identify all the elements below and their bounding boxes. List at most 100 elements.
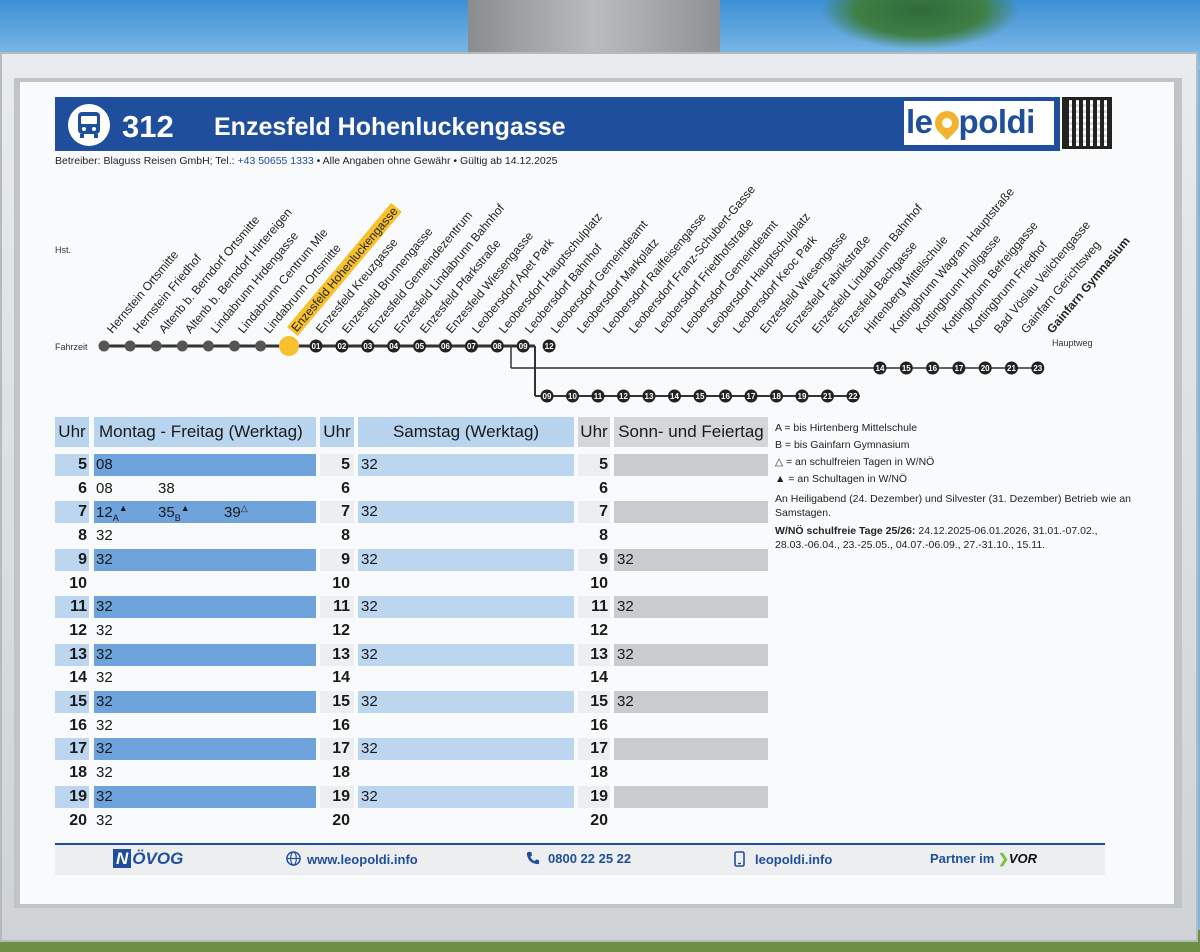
hour-cell-sunday: 18: [590, 764, 608, 782]
stop-dot-offset-end-label: 15: [902, 364, 911, 373]
stop-dot-offset-label: 07: [467, 342, 476, 351]
hour-cell-saturday: 12: [332, 621, 350, 639]
row-band: [358, 738, 574, 761]
minute-weekday: 32: [96, 621, 113, 639]
minute-saturday: 32: [361, 693, 378, 710]
stop-dot-offset-branch-label: 14: [670, 392, 679, 401]
hour-cell-weekday: 12: [69, 621, 87, 639]
operator-text: Betreiber: Blaguss Reisen GmbH; Tel.:: [55, 155, 238, 167]
phone-link[interactable]: 0800 22 25 22: [526, 851, 631, 866]
hour-header-sunday: Uhr: [578, 417, 610, 447]
hour-header-saturday: Uhr: [320, 417, 354, 447]
hour-cell-sunday: 20: [590, 811, 608, 829]
minute-saturday: 32: [361, 550, 378, 568]
hour-cell-sunday: 14: [590, 669, 608, 687]
hour-cell-sunday: 12: [590, 621, 608, 639]
hour-cell-weekday: 8: [78, 527, 87, 545]
minute-weekday: 32: [96, 764, 113, 782]
row-band: [94, 548, 316, 571]
minute-saturday: 32: [361, 740, 378, 758]
sunday-header: Sonn- und Feiertag: [614, 417, 768, 447]
stop-dot-current: [279, 336, 299, 356]
hour-cell-saturday: 13: [332, 645, 350, 663]
stop-dot-offset-branch-label: 15: [696, 392, 705, 401]
note-filled-triangle: ▲ = an Schultagen in W/NÖ: [775, 473, 908, 485]
minute-weekday: 32: [96, 527, 113, 545]
stop-dot-offset-end-label: 14: [876, 364, 885, 373]
minute-weekday: 39△: [224, 503, 248, 522]
smartphone-icon: [734, 851, 745, 867]
stop-dot-offset-branch-label: 10: [568, 392, 577, 401]
hour-cell-sunday: 13: [590, 645, 608, 663]
stop-dot-offset-end-label: 20: [981, 364, 990, 373]
brand-logo-text: le poldi: [906, 103, 1035, 140]
row-band: [614, 548, 768, 571]
hour-cell-sunday: 17: [590, 740, 608, 758]
stop-dot-offset-branch-label: 16: [721, 392, 730, 401]
operator-phone[interactable]: +43 50655 1333: [237, 155, 313, 167]
stop-dot-offset-label: 06: [441, 342, 450, 351]
row-band: [358, 785, 574, 808]
row-band: [614, 691, 768, 713]
row-band: [358, 643, 574, 666]
hour-cell-saturday: 8: [341, 527, 350, 545]
hour-cell-saturday: 20: [332, 811, 350, 829]
partner-vor: Partner im ❯VOR: [930, 851, 1037, 867]
app-link[interactable]: leopoldi.info: [734, 851, 832, 867]
row-band: [358, 691, 574, 713]
bus-icon: [68, 104, 110, 146]
row-band: [358, 596, 574, 619]
hour-cell-weekday: 7: [78, 503, 87, 521]
notes-panel: A = bis Hirtenberg Mittelschule B = bis …: [775, 420, 1135, 552]
hour-cell-weekday: 19: [69, 787, 87, 805]
row-band: [358, 501, 574, 524]
stop-dot-offset-label: 03: [363, 342, 372, 351]
vor-arrow-icon: ❯: [997, 851, 1009, 866]
hour-cell-sunday: 19: [590, 787, 608, 805]
stop-dot-offset-label: 02: [337, 342, 346, 351]
hour-cell-saturday: 9: [341, 550, 350, 568]
stop-dot-offset-branch-label: 17: [747, 392, 756, 401]
row-band: [94, 643, 316, 666]
phone-icon: [526, 851, 540, 865]
hour-cell-sunday: 5: [599, 456, 608, 473]
hour-header-weekday: Uhr: [55, 417, 89, 447]
globe-icon: [286, 851, 301, 866]
tree-background: [820, 0, 1020, 50]
minute-weekday: 32: [96, 669, 113, 687]
stop-dot-offset-end-label: 16: [928, 364, 937, 373]
app-text: leopoldi.info: [755, 852, 833, 867]
hour-cell-saturday: 7: [341, 503, 350, 521]
minute-saturday: 32: [361, 598, 378, 616]
minute-weekday: 32: [96, 598, 113, 616]
row-band: [614, 596, 768, 619]
minute-weekday: 35B▲: [158, 503, 190, 524]
note-open-triangle: △ = an schulfreien Tagen in W/NÖ: [775, 456, 935, 468]
row-band: [358, 548, 574, 571]
stop-dot-previous: [255, 340, 267, 352]
stop-dot-offset-label: 04: [389, 342, 398, 351]
hour-cell-saturday: 16: [332, 716, 350, 734]
stop-dot-offset-branch-label: 09: [543, 392, 552, 401]
minute-saturday: 32: [361, 503, 378, 521]
stop-dot-offset-end-label: 23: [1033, 364, 1042, 373]
minute-weekday: 32: [96, 645, 113, 663]
partner-text: Partner im: [930, 851, 995, 866]
minute-saturday: 32: [361, 456, 378, 473]
vor-logo: VOR: [1008, 851, 1038, 866]
phone-text: 0800 22 25 22: [548, 851, 632, 866]
noevog-logo: N ÖVOG: [113, 849, 183, 869]
hour-cell-sunday: 8: [599, 527, 608, 545]
stop-dot-previous: [202, 340, 214, 352]
website-link[interactable]: www.leopoldi.info: [286, 851, 418, 867]
hst-label: Hst.: [55, 245, 72, 255]
hour-cell-weekday: 5: [78, 456, 87, 473]
website-text: www.leopoldi.info: [307, 852, 418, 867]
route-line-diagram: 01 02 03 04 05 06 07 08 09 12 09 10 11 12 13 14 15 16 17 18…: [98, 336, 1045, 403]
row-band: [94, 691, 316, 713]
minute-saturday: 32: [361, 645, 378, 663]
operator-info: Betreiber: Blaguss Reisen GmbH; Tel.: +4…: [55, 155, 557, 167]
minute-sunday: 32: [617, 550, 634, 568]
note-b: B = bis Gainfarn Gymnasium: [775, 439, 910, 451]
qr-code[interactable]: [1062, 97, 1112, 149]
